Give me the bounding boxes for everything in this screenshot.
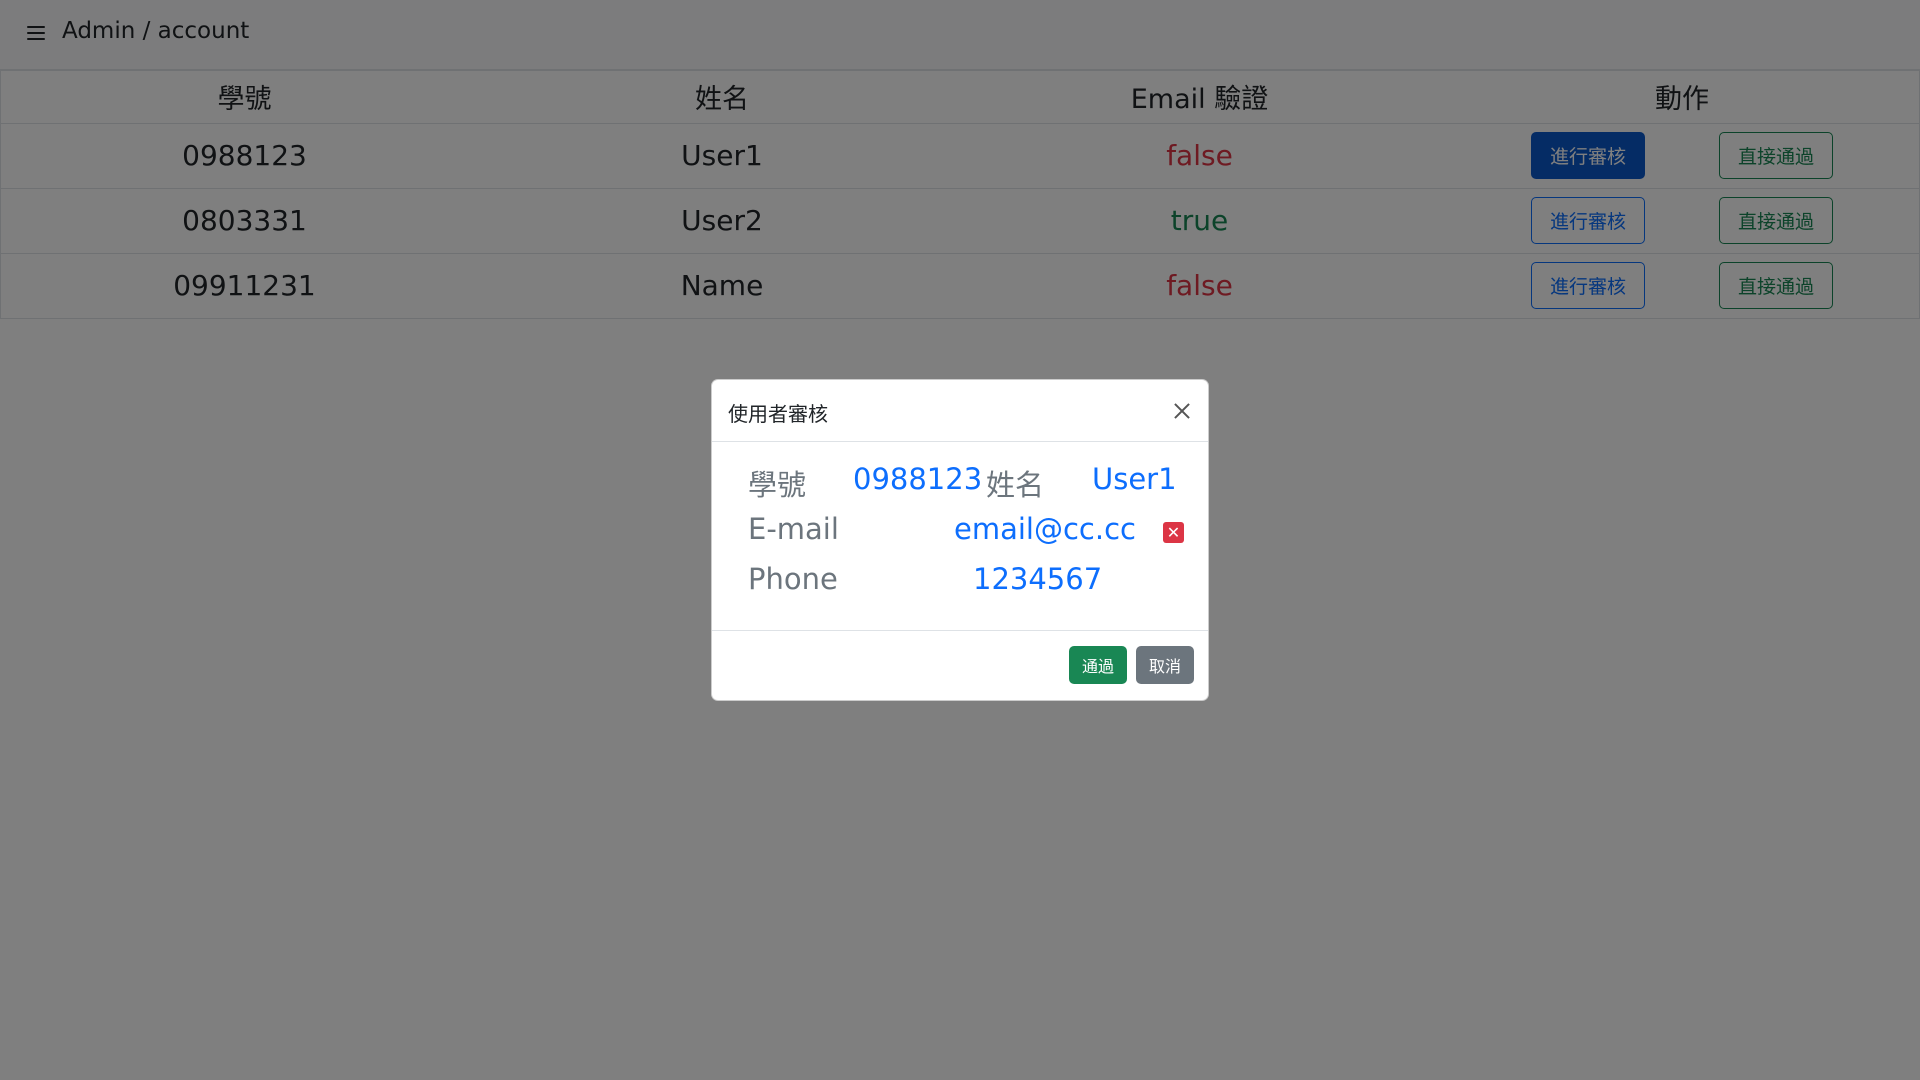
modal-footer: 通過 取消 [712, 631, 1208, 700]
name-value: User1 [1092, 462, 1177, 496]
close-icon[interactable] [1170, 399, 1194, 423]
phone-label: Phone [748, 562, 838, 596]
student-id-value: 0988123 [853, 462, 983, 496]
modal-body: 學號 0988123 姓名 User1 E-mail email@cc.cc ✕… [712, 442, 1208, 631]
x-mark-icon: ✕ [1163, 522, 1184, 543]
modal-header: 使用者審核 [712, 380, 1208, 442]
modal-title: 使用者審核 [728, 402, 828, 426]
phone-value: 1234567 [973, 562, 1103, 596]
user-review-modal: 使用者審核 學號 0988123 姓名 User1 E-mail email@c… [711, 379, 1209, 701]
approve-button[interactable]: 通過 [1069, 646, 1127, 684]
email-label: E-mail [748, 512, 839, 546]
cancel-button[interactable]: 取消 [1136, 646, 1194, 684]
name-label: 姓名 [986, 468, 1045, 502]
email-value: email@cc.cc [954, 512, 1136, 546]
student-id-label: 學號 [748, 468, 807, 502]
